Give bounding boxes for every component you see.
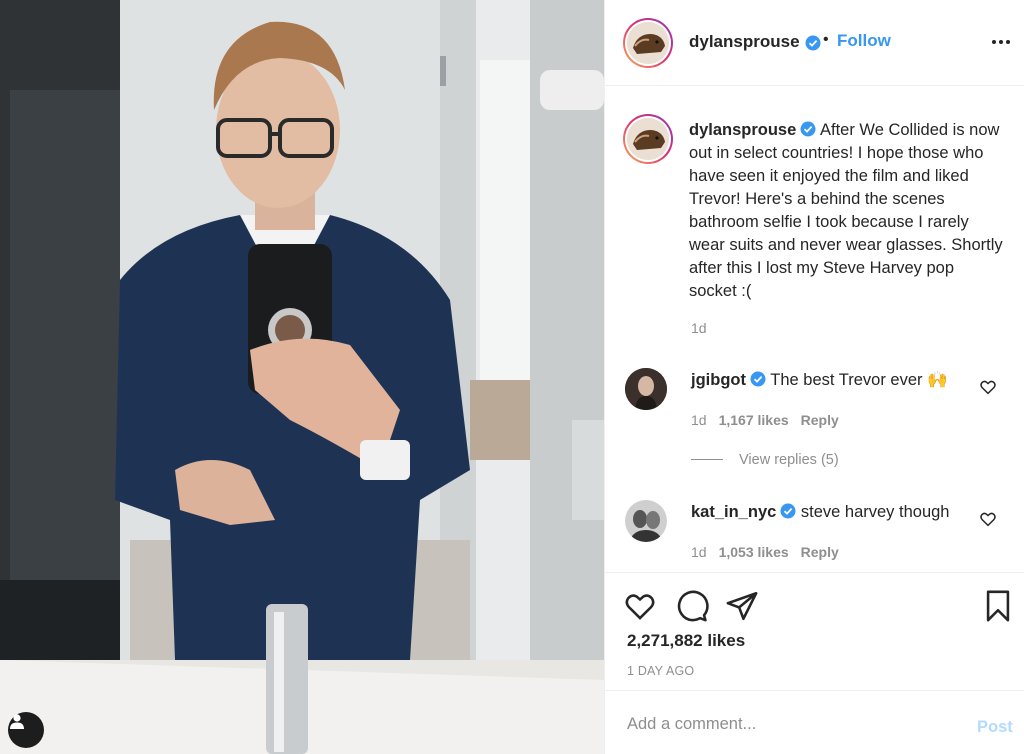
boar-avatar-icon [627,118,669,160]
post-details-panel: dylansprouse • Follow dylansprouse After… [604,0,1024,754]
commenter-avatar[interactable] [625,368,667,410]
caption-username[interactable]: dylansprouse [689,121,796,139]
view-replies-label: View replies (5) [739,452,839,468]
verified-badge-icon [805,35,821,51]
comment-body: The best Trevor ever 🙌 [770,371,948,389]
follow-button[interactable]: Follow [837,31,891,51]
view-replies-button[interactable]: View replies (5) [691,452,839,468]
more-options-icon[interactable] [989,30,1013,54]
comment-body: steve harvey though [800,503,950,521]
bookmark-icon[interactable] [981,589,1015,623]
add-comment-bar: Post [605,690,1024,754]
replies-divider [691,459,723,460]
post-photo[interactable] [0,0,604,754]
caption-author-avatar[interactable] [623,114,673,164]
comment-likes[interactable]: 1,053 likes [719,544,789,560]
add-comment-input[interactable] [627,715,947,734]
boar-avatar-icon [627,22,669,64]
comment-like-heart-icon[interactable] [979,510,997,528]
post-timestamp[interactable]: 1 DAY AGO [627,664,694,678]
comment-likes[interactable]: 1,167 likes [719,412,789,428]
comment-meta: 1d 1,167 likes Reply [691,412,851,428]
comment-icon[interactable] [675,589,709,623]
header-separator: • [823,31,829,48]
author-avatar[interactable] [623,18,673,68]
paper-plane-icon[interactable] [725,589,759,623]
post-comment-button[interactable]: Post [977,718,1013,737]
likes-count[interactable]: 2,271,882 likes [627,631,745,651]
user-tag-icon [10,714,24,729]
caption-text: After We Collided is now out in select c… [689,121,1003,300]
post-header: dylansprouse • Follow [605,0,1024,86]
commenter-photo-icon [625,368,667,410]
comment-username[interactable]: kat_in_nyc [691,503,776,521]
comment-time[interactable]: 1d [691,412,707,428]
verified-badge-icon [800,121,816,137]
verified-badge-icon [750,371,766,387]
comment-like-heart-icon[interactable] [979,378,997,396]
commenter-avatar[interactable] [625,500,667,542]
user-tag-button[interactable] [8,712,44,748]
caption-timestamp[interactable]: 1d [691,320,707,336]
reply-button[interactable]: Reply [801,544,839,560]
verified-badge-icon [780,503,796,519]
comment-time[interactable]: 1d [691,544,707,560]
post-caption: dylansprouse After We Collided is now ou… [689,119,1004,303]
heart-icon[interactable] [623,589,657,623]
comment-text-line: kat_in_nyc steve harvey though [691,503,950,522]
commenter-photo-icon [625,500,667,542]
mirror-selfie-image [0,0,604,754]
comment-meta: 1d 1,053 likes Reply [691,544,851,560]
reply-button[interactable]: Reply [801,412,839,428]
comment-text-line: jgibgot The best Trevor ever 🙌 [691,371,948,390]
comment-username[interactable]: jgibgot [691,371,746,389]
author-username[interactable]: dylansprouse [689,32,800,52]
